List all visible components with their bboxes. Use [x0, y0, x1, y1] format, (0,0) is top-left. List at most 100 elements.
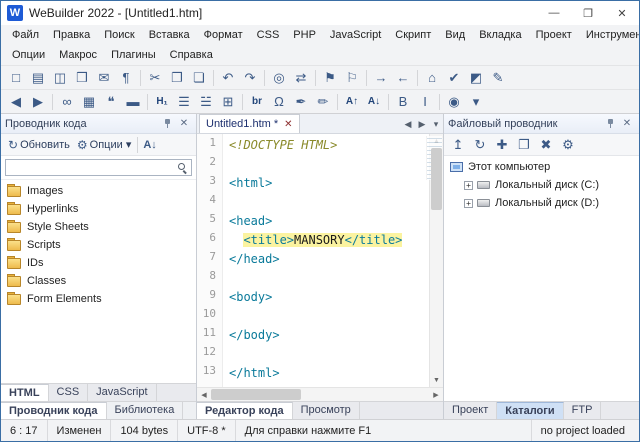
tab-scroll-icon[interactable]: ▶ — [415, 115, 429, 133]
delete-icon[interactable]: ✖ — [535, 135, 557, 155]
panel-tab[interactable]: Проект — [444, 402, 497, 419]
menu-item[interactable]: Плагины — [104, 47, 163, 63]
search-icon[interactable] — [177, 162, 188, 173]
menu-item[interactable]: Поиск — [97, 27, 141, 43]
preview-in-browser-icon[interactable]: ⌂ — [421, 68, 443, 88]
panel-close-icon[interactable]: ✕ — [619, 116, 635, 132]
line-break-icon[interactable]: br — [246, 92, 268, 112]
expander-icon[interactable]: + — [464, 181, 473, 190]
menu-item[interactable]: Инструменты — [579, 27, 640, 43]
code-explorer-folder[interactable]: Style Sheets — [1, 218, 196, 236]
menu-item[interactable]: Файл — [5, 27, 46, 43]
horizontal-scroll-thumb[interactable] — [211, 389, 301, 400]
goto-bookmark-icon[interactable]: ⚐ — [341, 68, 363, 88]
email-icon[interactable]: ✉ — [93, 68, 115, 88]
pin-icon[interactable] — [603, 116, 619, 132]
code-explorer-folder[interactable]: Form Elements — [1, 290, 196, 308]
menu-item[interactable]: Справка — [163, 47, 220, 63]
italic-icon[interactable]: I — [414, 92, 436, 112]
copy-icon[interactable]: ❐ — [166, 68, 188, 88]
open-file-icon[interactable]: ▤ — [27, 68, 49, 88]
menu-item[interactable]: Вкладка — [472, 27, 528, 43]
editor-view-tab[interactable]: Просмотр — [293, 402, 360, 419]
scroll-right-icon[interactable]: ▶ — [429, 388, 443, 402]
options-dropdown[interactable]: Опции ▾ — [90, 138, 132, 151]
image-icon[interactable]: ▦ — [78, 92, 100, 112]
scroll-left-icon[interactable]: ◀ — [197, 388, 211, 402]
table-icon[interactable]: ⊞ — [217, 92, 239, 112]
validate-icon[interactable]: ✔ — [443, 68, 465, 88]
tab-scroll-icon[interactable]: ◀ — [401, 115, 415, 133]
panel-tab[interactable]: Проводник кода — [1, 402, 107, 419]
panel-tab[interactable]: Каталоги — [497, 402, 563, 419]
new-folder-icon[interactable]: ✚ — [491, 135, 513, 155]
vertical-scroll-thumb[interactable] — [431, 148, 442, 210]
copy-icon[interactable]: ❐ — [513, 135, 535, 155]
file-explorer-item[interactable]: Этот компьютер — [444, 158, 639, 176]
close-icon[interactable]: ✕ — [605, 1, 639, 25]
pin-icon[interactable] — [160, 116, 176, 132]
refresh-button[interactable]: Обновить — [20, 139, 70, 151]
snippets-icon[interactable]: ✎ — [487, 68, 509, 88]
menu-item[interactable]: Правка — [46, 27, 97, 43]
language-tab[interactable]: JavaScript — [88, 384, 156, 401]
code-explorer-folder[interactable]: Classes — [1, 272, 196, 290]
outdent-icon[interactable]: ← — [392, 68, 414, 88]
vertical-scrollbar[interactable]: ▲ ▼ — [429, 134, 443, 387]
hyperlink-icon[interactable]: ∞ — [56, 92, 78, 112]
font-decrease-icon[interactable]: A↓ — [363, 92, 385, 112]
navigate-back-icon[interactable]: ◀ — [5, 92, 27, 112]
menu-item[interactable]: Вид — [438, 27, 472, 43]
editor-view-tab[interactable]: Редактор кода — [197, 402, 293, 419]
maximize-icon[interactable]: ❐ — [571, 1, 605, 25]
cut-icon[interactable]: ✂ — [144, 68, 166, 88]
minimize-icon[interactable]: — — [537, 1, 571, 25]
save-all-icon[interactable]: ❒ — [71, 68, 93, 88]
language-tab[interactable]: CSS — [49, 384, 89, 401]
scroll-down-icon[interactable]: ▼ — [430, 373, 443, 387]
go-up-icon[interactable]: ↥ — [447, 135, 469, 155]
special-characters-icon[interactable]: Ω — [268, 92, 290, 112]
refresh-icon[interactable]: ↻ — [8, 138, 18, 152]
menu-item[interactable]: Опции — [5, 47, 52, 63]
code-explorer-folder[interactable]: IDs — [1, 254, 196, 272]
print-icon[interactable]: ¶ — [115, 68, 137, 88]
highlight-code-icon[interactable]: ✒ — [290, 92, 312, 112]
menu-item[interactable]: JavaScript — [323, 27, 388, 43]
comment-icon[interactable]: ❝ — [100, 92, 122, 112]
code-explorer-folder[interactable]: Hyperlinks — [1, 200, 196, 218]
settings-icon[interactable]: ⚙ — [557, 135, 579, 155]
numbered-list-icon[interactable]: ☱ — [195, 92, 217, 112]
tab-close-icon[interactable]: ✕ — [284, 119, 292, 130]
menu-item[interactable]: Вставка — [142, 27, 197, 43]
file-explorer-item[interactable]: +Локальный диск (D:) — [444, 194, 639, 212]
format-code-icon[interactable]: ✏ — [312, 92, 334, 112]
code-editor[interactable]: <!DOCTYPE HTML><html><head> <title>MANSO… — [223, 134, 429, 387]
menu-item[interactable]: Проект — [529, 27, 579, 43]
language-tab[interactable]: HTML — [1, 384, 49, 401]
heading-1-icon[interactable]: H₁ — [151, 92, 173, 112]
paste-icon[interactable]: ❏ — [188, 68, 210, 88]
horizontal-rule-icon[interactable]: ▬ — [122, 92, 144, 112]
zoom-icon[interactable]: ◉ — [443, 92, 465, 112]
encoding[interactable]: UTF-8 * — [178, 420, 236, 441]
indent-icon[interactable]: → — [370, 68, 392, 88]
menu-item[interactable]: PHP — [286, 27, 323, 43]
redo-icon[interactable]: ↷ — [239, 68, 261, 88]
bold-icon[interactable]: B — [392, 92, 414, 112]
undo-icon[interactable]: ↶ — [217, 68, 239, 88]
horizontal-scrollbar[interactable]: ◀ ▶ — [197, 387, 443, 401]
bullet-list-icon[interactable]: ☰ — [173, 92, 195, 112]
new-document-icon[interactable]: □ — [5, 68, 27, 88]
toggle-bookmark-icon[interactable]: ⚑ — [319, 68, 341, 88]
more-tools-icon[interactable]: ▾ — [465, 92, 487, 112]
refresh-icon[interactable]: ↻ — [469, 135, 491, 155]
menu-item[interactable]: Макрос — [52, 47, 104, 63]
panel-tab[interactable]: FTP — [564, 402, 602, 419]
panel-tab[interactable]: Библиотека — [107, 402, 184, 419]
code-explorer-folder[interactable]: Images — [1, 182, 196, 200]
find-replace-icon[interactable]: ⇄ — [290, 68, 312, 88]
code-explorer-folder[interactable]: Scripts — [1, 236, 196, 254]
search-input[interactable] — [9, 162, 177, 174]
save-icon[interactable]: ◫ — [49, 68, 71, 88]
